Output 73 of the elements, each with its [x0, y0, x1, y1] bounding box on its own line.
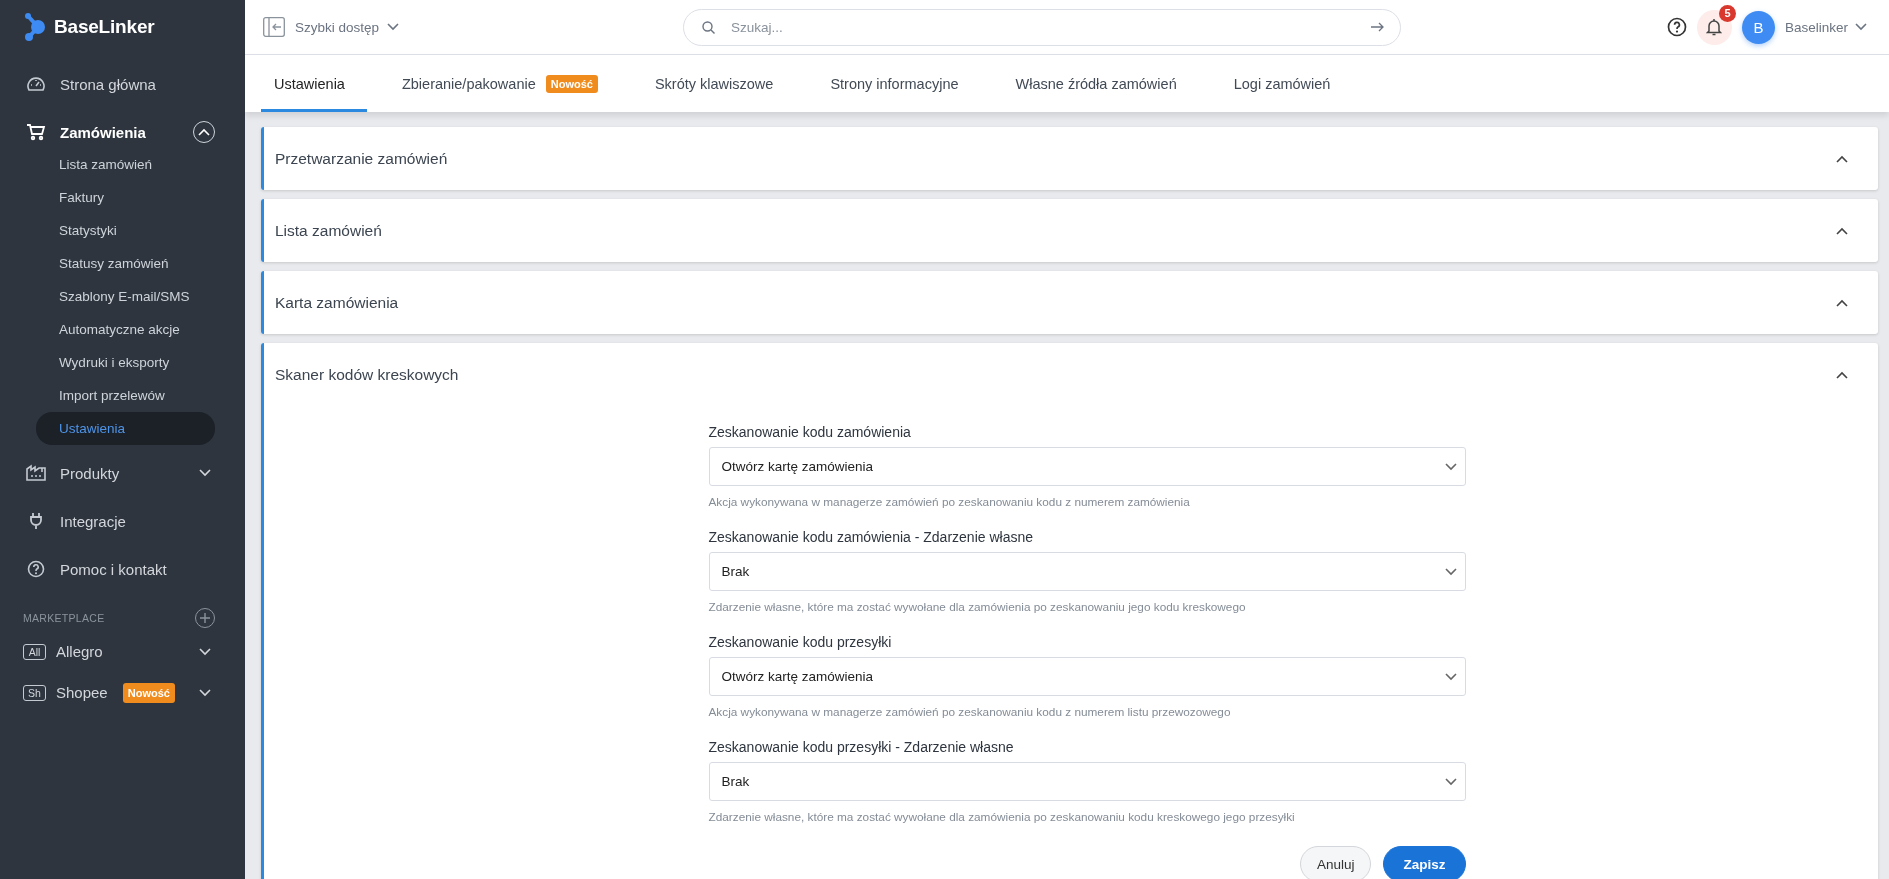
logo-icon — [24, 13, 46, 41]
select-field[interactable]: Otwórz kartę zamówienia — [708, 447, 1466, 486]
nav-item[interactable]: Allegro — [56, 643, 189, 660]
notification-count: 5 — [1718, 4, 1736, 22]
nav-subitem[interactable]: Statystyki — [36, 214, 215, 247]
notifications-button[interactable] — [1696, 9, 1732, 45]
save-button[interactable]: Zapisz — [1383, 846, 1466, 879]
field-label: Zeskanowanie kodu zamówienia - Zdarzenie własne — [708, 529, 1034, 545]
nav-item[interactable]: Zamówienia — [60, 123, 179, 141]
nav-item[interactable]: Pomoc i kontakt — [60, 560, 211, 578]
new-badge: Nowość — [545, 74, 598, 93]
marketplace-logo: All — [23, 643, 46, 660]
section-title[interactable]: Skaner kodów kreskowych — [275, 365, 1836, 384]
tab[interactable]: Zbieranie/pakowanie Nowość — [388, 55, 620, 112]
plus-icon[interactable] — [200, 613, 210, 623]
select-field[interactable]: Otwórz kartę zamówienia — [708, 657, 1466, 696]
quick-access-dropdown[interactable]: Szybki dostęp — [295, 19, 400, 35]
select-field[interactable]: Brak — [708, 552, 1466, 591]
nav-subitem[interactable]: Lista zamówień — [36, 148, 215, 181]
help-text: Akcja wykonywana w managerze zamówień po zeskanowaniu kodu z numerem listu przewozowego — [708, 705, 1232, 719]
arrow-right-icon[interactable] — [1371, 22, 1384, 32]
marketplace-logo: Sh — [23, 684, 46, 701]
field-label: Zeskanowanie kodu przesyłki - Zdarzenie własne — [708, 739, 1015, 755]
chevron-down-icon[interactable] — [1444, 462, 1457, 471]
expand-chevron-icon[interactable] — [199, 688, 211, 697]
tab[interactable]: Strony informacyjne — [817, 55, 981, 112]
chevron-down-icon[interactable] — [1444, 672, 1457, 681]
nav-item[interactable]: Shopee — [56, 684, 113, 701]
search-input[interactable]: Szukaj... — [729, 18, 1357, 36]
chevron-down-icon[interactable] — [1855, 23, 1867, 31]
nav-subitem[interactable]: Import przelewów — [36, 379, 215, 412]
chevron-down-icon[interactable] — [387, 23, 400, 31]
logo-text: BaseLinker — [54, 16, 155, 38]
nav-subitem[interactable]: Ustawienia — [36, 412, 215, 445]
nav-item[interactable]: Strona główna — [60, 75, 211, 93]
nav-item[interactable]: Integracje — [60, 512, 211, 530]
new-badge: Nowość — [122, 682, 175, 703]
nav-subitem[interactable]: Statusy zamówień — [36, 247, 215, 280]
field-label: Zeskanowanie kodu przesyłki — [708, 634, 893, 650]
field-label: Zeskanowanie kodu zamówienia — [708, 424, 912, 440]
chevron-down-icon[interactable] — [1444, 567, 1457, 576]
help-text: Akcja wykonywana w managerze zamówień po zeskanowaniu kodu z numerem zamówienia — [708, 495, 1191, 509]
search-icon — [702, 20, 715, 34]
collapse-chevron-icon[interactable] — [198, 128, 210, 136]
tab[interactable]: Logi zamówień — [1220, 55, 1353, 112]
expand-chevron-icon[interactable] — [199, 469, 211, 477]
help-text: Zdarzenie własne, które ma zostać wywołane dla zamówienia po zeskanowaniu jego kodu kreskowego — [708, 600, 1247, 614]
cart-icon — [26, 123, 46, 141]
chevron-up-icon[interactable] — [1836, 298, 1848, 307]
chevron-up-icon[interactable] — [1836, 154, 1848, 163]
bell-icon — [1706, 18, 1723, 36]
section-heading: MARKETPLACE — [23, 612, 105, 624]
nav-item[interactable]: Produkty — [60, 464, 185, 482]
chevron-down-icon[interactable] — [1444, 777, 1457, 786]
gauge-icon — [26, 75, 46, 93]
tab[interactable]: Skróty klawiszowe — [641, 55, 796, 112]
nav-subitem[interactable]: Szablony E-mail/SMS — [36, 280, 215, 313]
tab[interactable]: Ustawienia — [261, 55, 367, 112]
help-icon — [26, 560, 46, 578]
nav-subitem[interactable]: Automatyczne akcje — [36, 313, 215, 346]
nav-subitem[interactable]: Wydruki i eksporty — [36, 346, 215, 379]
tab[interactable]: Własne źródła zamówień — [1002, 55, 1199, 112]
help-text: Zdarzenie własne, które ma zostać wywołane dla zamówienia po zeskanowaniu kodu kreskowego jego przesyłki — [708, 810, 1296, 824]
nav-subitem[interactable]: Faktury — [36, 181, 215, 214]
cancel-button[interactable]: Anuluj — [1299, 846, 1372, 879]
select-field[interactable]: Brak — [708, 762, 1466, 801]
expand-chevron-icon[interactable] — [199, 647, 211, 656]
chevron-up-icon[interactable] — [1836, 226, 1848, 235]
help-icon[interactable] — [1666, 17, 1687, 37]
user-menu[interactable]: Baselinker — [1784, 19, 1867, 35]
chevron-up-icon[interactable] — [1836, 370, 1848, 379]
sidebar-toggle-icon[interactable] — [263, 17, 285, 37]
warehouse-icon — [26, 464, 46, 482]
